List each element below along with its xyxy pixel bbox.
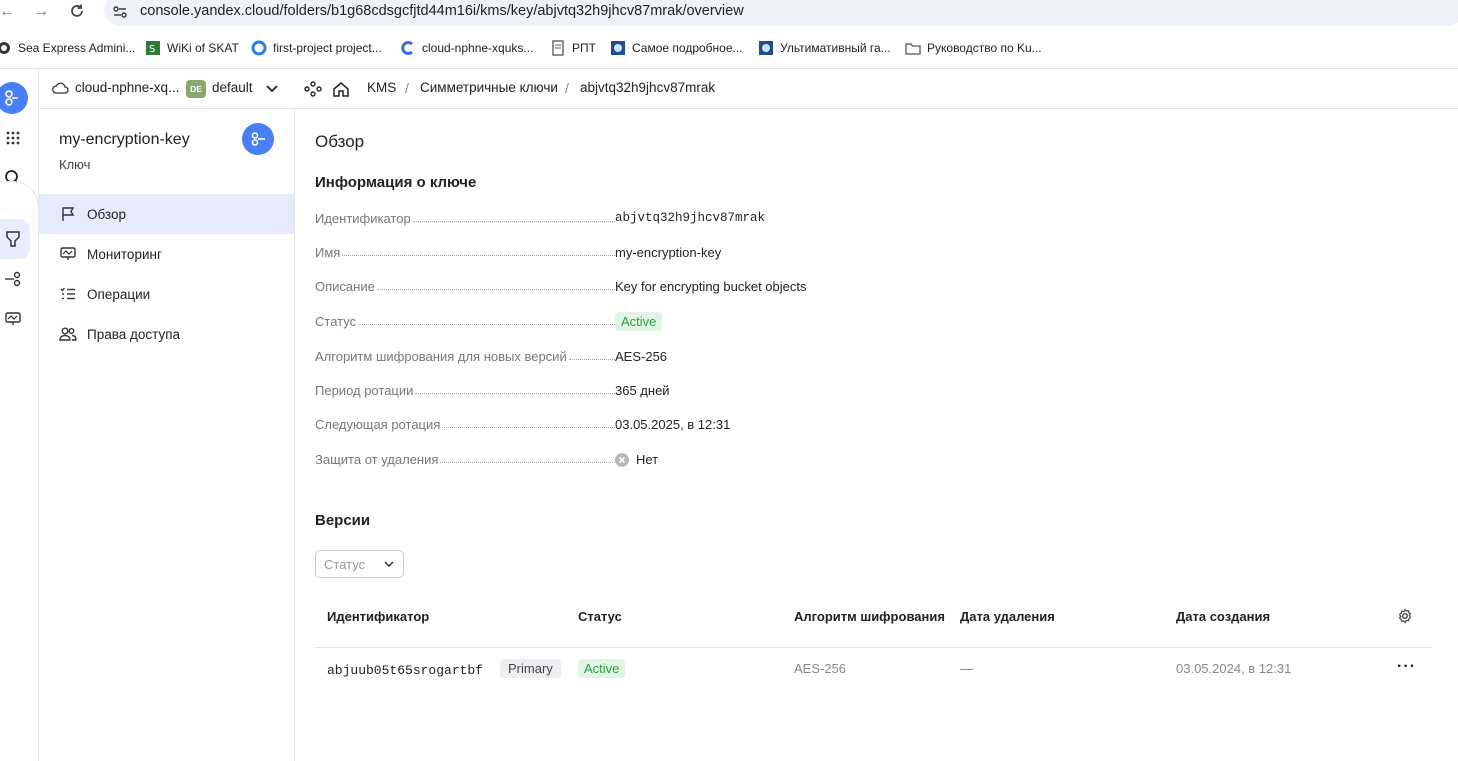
monitoring-icon[interactable] [0, 306, 26, 332]
service-hub-icon[interactable] [304, 81, 322, 100]
breadcrumb-symmetric-keys[interactable]: Симметричные ключи [420, 80, 558, 95]
info-row-id: Идентификатор abjvtq32h9jhcv87mrak [315, 211, 766, 226]
column-header: Дата удаления [960, 609, 1055, 624]
info-row-name: Имя my-encryption-key [315, 245, 722, 260]
document-icon [550, 40, 566, 56]
chevron-down-icon [384, 561, 394, 568]
url-text[interactable]: console.yandex.cloud/folders/b1g68cdsgcf… [140, 3, 744, 19]
bookmark-item[interactable]: Руководство по Ku... [905, 38, 1042, 58]
browser-toolbar: ← → console.yandex.cloud/folders/b1g68cd… [0, 0, 1458, 26]
version-deleted-date: — [960, 661, 973, 676]
globe-icon [0, 40, 12, 56]
resource-sidenav: my-encryption-key Ключ Обзор Мониторинг … [39, 109, 295, 761]
console-app: cloud-nphne-xq... DE default KMS / Симме… [0, 68, 1458, 761]
status-badge: Active [615, 312, 663, 331]
bookmark-item[interactable]: first-project project... [251, 38, 382, 58]
rotation-period-value: 365 дней [615, 383, 670, 398]
bookmark-item[interactable]: Ультимативный га... [758, 38, 891, 58]
left-rail [0, 69, 39, 761]
forward-icon[interactable]: → [32, 3, 50, 21]
info-section-title: Информация о ключе [315, 174, 477, 191]
folder-icon [905, 40, 921, 56]
chevron-down-icon[interactable] [265, 82, 279, 99]
top-bar: cloud-nphne-xq... DE default KMS / Симме… [39, 69, 1458, 109]
info-row-next-rotation: Следующая ротация 03.05.2025, в 12:31 [315, 417, 731, 432]
versions-section-title: Версии [315, 512, 371, 529]
version-algorithm: AES-256 [794, 661, 847, 676]
site-settings-icon[interactable] [112, 4, 128, 20]
breadcrumb-separator: / [565, 80, 569, 96]
info-row-status: Статус Active [315, 312, 1115, 334]
version-created-date: 03.05.2024, в 12:31 [1176, 661, 1292, 676]
kms-service-icon [242, 123, 274, 155]
reload-icon[interactable] [68, 3, 86, 21]
status-badge: Active [578, 659, 626, 678]
sidebar-item-operations[interactable]: Операции [39, 274, 294, 314]
kms-icon[interactable] [0, 226, 26, 252]
bookmark-item[interactable]: Самое подробное... [610, 38, 743, 58]
monitor-icon [59, 245, 77, 263]
key-id-value[interactable]: abjvtq32h9jhcv87mrak [615, 211, 765, 225]
column-header: Идентификатор [327, 609, 430, 624]
home-icon[interactable] [332, 81, 350, 100]
list-icon [59, 285, 77, 303]
bookmark-item[interactable]: cloud-nphne-xquks... [400, 38, 533, 58]
sidebar-item-overview[interactable]: Обзор [39, 194, 294, 234]
resource-name: my-encryption-key [59, 131, 190, 148]
sidebar-item-access[interactable]: Права доступа [39, 314, 294, 354]
gear-icon [610, 40, 626, 56]
column-header: Алгоритм шифрования [794, 609, 945, 624]
breadcrumb-kms[interactable]: KMS [367, 80, 396, 95]
info-row-algorithm: Алгоритм шифрования для новых версий AES… [315, 349, 668, 364]
services-logo-icon[interactable] [0, 82, 28, 114]
key-name-value: my-encryption-key [615, 245, 722, 260]
algorithm-value: AES-256 [615, 349, 668, 364]
disabled-x-icon [615, 452, 629, 467]
cloud-c-icon [400, 40, 416, 56]
apps-grid-icon[interactable] [0, 125, 26, 151]
people-icon [59, 325, 77, 343]
row-actions-more-icon[interactable]: ··· [1397, 658, 1416, 676]
resource-type: Ключ [59, 157, 91, 172]
status-filter-select[interactable]: Статус [315, 550, 404, 578]
breadcrumb-current: abjvtq32h9jhcv87mrak [580, 80, 716, 95]
deletion-protection-value: Нет [636, 452, 659, 467]
table-header-divider [315, 647, 1432, 648]
folder-selector[interactable]: default [212, 80, 253, 95]
bookmark-item[interactable]: Sea Express Admini... [0, 38, 135, 58]
cloud-icon [52, 82, 69, 94]
info-row-rotation-period: Период ротации 365 дней [315, 383, 670, 398]
sidebar-item-monitoring[interactable]: Мониторинг [39, 234, 294, 274]
breadcrumb-separator: / [405, 80, 409, 96]
bookmark-item[interactable]: РПТ [550, 38, 596, 58]
flag-icon [59, 205, 77, 223]
rail-divider [0, 181, 39, 221]
key-description-value: Key for encrypting bucket objects [615, 279, 807, 294]
info-row-description: Описание Key for encrypting bucket objec… [315, 279, 807, 294]
key-icon[interactable] [0, 266, 26, 292]
project-icon [251, 40, 267, 56]
table-settings-gear-icon[interactable] [1397, 608, 1413, 627]
svg-text:S: S [149, 44, 155, 55]
cloud-selector[interactable]: cloud-nphne-xq... [51, 80, 179, 95]
column-header: Дата создания [1176, 609, 1271, 624]
bookmark-item[interactable]: S WiKi of SKAT [145, 38, 239, 58]
page-title: Обзор [315, 132, 365, 151]
bookmarks-bar: Sea Express Admini... S WiKi of SKAT fir… [0, 34, 1458, 62]
back-icon[interactable]: ← [0, 3, 16, 21]
info-row-deletion-protection: Защита от удаления Нет [315, 452, 659, 467]
wiki-icon: S [145, 40, 161, 56]
column-header: Статус [578, 609, 622, 624]
version-id[interactable]: abjuub05t65srogartbf [327, 663, 483, 678]
primary-badge: Primary [500, 659, 561, 678]
folder-badge: DE [186, 80, 206, 98]
next-rotation-value: 03.05.2025, в 12:31 [615, 417, 731, 432]
gear-icon [758, 40, 774, 56]
main-content: Обзор Информация о ключе Идентификатор a… [295, 109, 1458, 761]
